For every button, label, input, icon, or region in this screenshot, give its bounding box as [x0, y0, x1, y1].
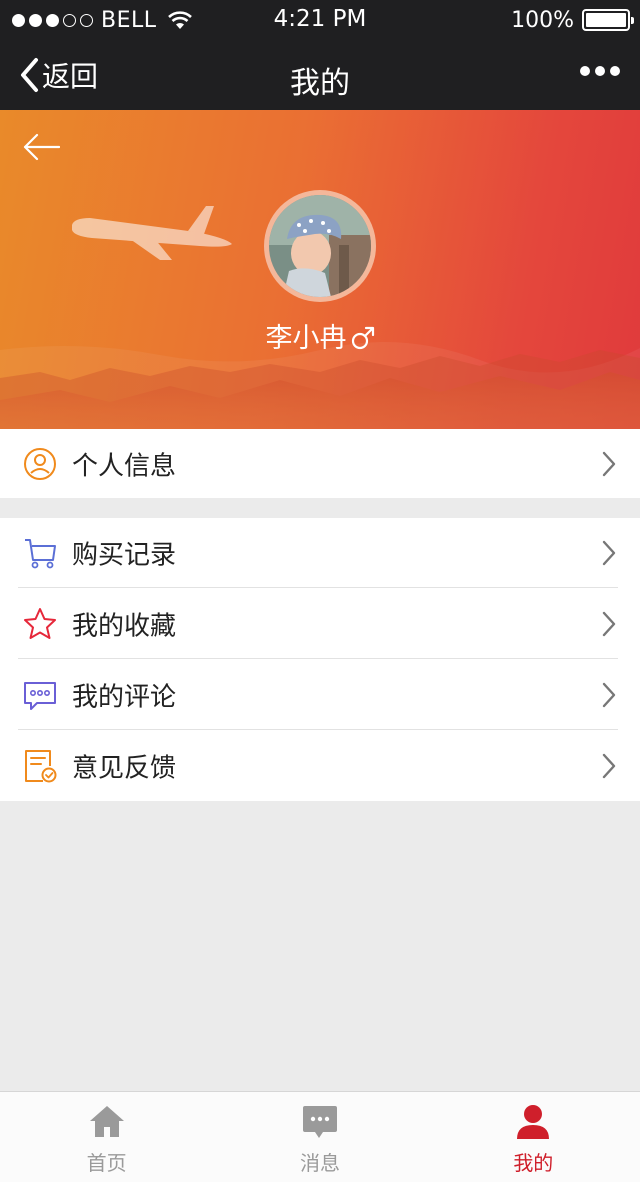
profile-header: 李小冉: [0, 110, 640, 429]
tab-label: 消息: [299, 1151, 340, 1175]
message-icon: [302, 1106, 337, 1138]
user-circle-icon: [22, 446, 58, 482]
airplane-graphic: [72, 206, 232, 260]
battery-percent: 100%: [511, 7, 574, 33]
status-bar: BELL 4:21 PM 100%: [0, 0, 640, 40]
battery-icon: [582, 9, 634, 31]
list-item-favorites[interactable]: 我的收藏: [0, 588, 640, 659]
page-title: 我的: [290, 66, 350, 101]
avatar[interactable]: [264, 190, 376, 302]
list-item-label: 我的评论: [72, 682, 177, 712]
list-item-purchase-history[interactable]: 购买记录: [0, 518, 640, 588]
tab-label: 首页: [86, 1151, 127, 1175]
profile-icon: [517, 1105, 550, 1139]
nav-bar: 返回 我的: [0, 40, 640, 110]
list-item-label: 个人信息: [72, 451, 177, 481]
star-icon: [22, 606, 58, 642]
status-right: 100%: [511, 6, 634, 34]
cart-icon: [22, 535, 58, 571]
list-item-personal-info[interactable]: 个人信息: [0, 429, 640, 498]
chevron-right-icon: [602, 611, 616, 636]
list-item-label: 购买记录: [72, 540, 177, 571]
chevron-right-icon: [602, 753, 616, 778]
list-item-comments[interactable]: 我的评论: [0, 659, 640, 730]
chevron-right-icon: [602, 682, 616, 707]
avatar-photo: [269, 195, 371, 297]
personal-info-card: 个人信息: [0, 429, 640, 498]
tab-home[interactable]: 首页: [0, 1092, 213, 1182]
user-name: 李小冉: [265, 323, 347, 354]
tab-messages[interactable]: 消息: [213, 1092, 426, 1182]
menu-card: 购买记录 我的收藏 我的评论 意见反馈: [0, 518, 640, 801]
home-icon: [89, 1106, 124, 1137]
tab-label: 我的: [513, 1151, 554, 1175]
tab-profile[interactable]: 我的: [427, 1092, 640, 1182]
tab-bar: 首页 消息 我的: [0, 1091, 640, 1182]
user-name-row: 李小冉: [0, 316, 640, 355]
list-item-feedback[interactable]: 意见反馈: [0, 730, 640, 801]
arrow-left-icon[interactable]: [22, 132, 60, 162]
chevron-right-icon: [602, 451, 616, 476]
feedback-icon: [22, 748, 58, 784]
list-item-label: 意见反馈: [72, 753, 177, 783]
chevron-right-icon: [602, 540, 616, 566]
male-symbol-icon: [351, 326, 374, 350]
comment-icon: [22, 677, 58, 713]
more-icon[interactable]: [580, 66, 620, 76]
list-item-label: 我的收藏: [72, 611, 177, 641]
